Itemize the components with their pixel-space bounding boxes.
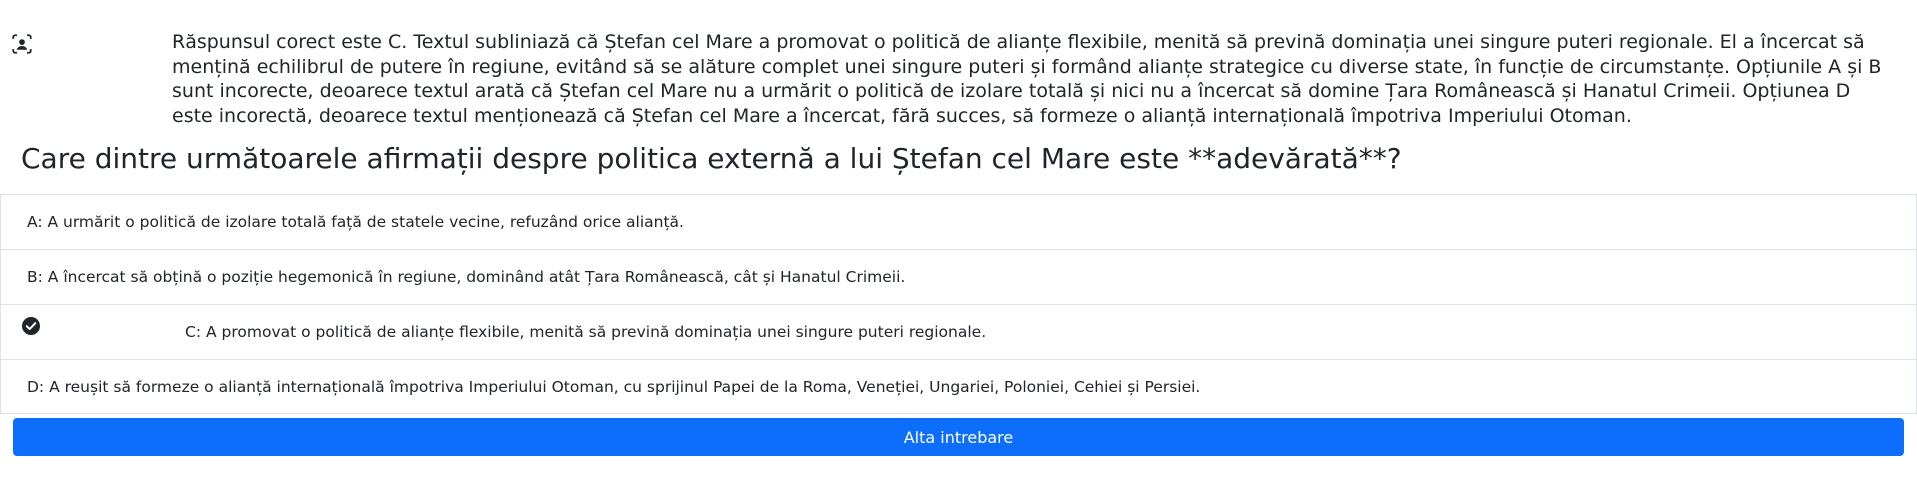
next-question-button[interactable]: Alta intrebare	[13, 418, 1904, 456]
check-circle-fill-icon	[22, 317, 40, 335]
explanation-text: Răspunsul corect este C. Textul sublinia…	[172, 31, 1882, 127]
answer-list: A: A urmărit o politică de izolare total…	[0, 194, 1917, 414]
question-title: Care dintre următoarele afirmații despre…	[21, 142, 1402, 175]
explanation-panel: Răspunsul corect este C. Textul sublinia…	[0, 0, 1917, 140]
answer-option-b[interactable]: B: A încercat să obțină o poziție hegemo…	[0, 249, 1917, 304]
answer-label: B: A încercat să obțină o poziție hegemo…	[27, 268, 906, 286]
answer-label: C: A promovat o politică de alianțe flex…	[185, 323, 987, 341]
answer-option-c[interactable]: C: A promovat o politică de alianțe flex…	[0, 304, 1917, 359]
answer-option-d[interactable]: D: A reușit să formeze o alianță interna…	[0, 359, 1917, 414]
answer-option-a[interactable]: A: A urmărit o politică de izolare total…	[0, 194, 1917, 249]
answer-label: A: A urmărit o politică de izolare total…	[27, 213, 684, 231]
person-viewfinder-icon	[12, 34, 32, 54]
answer-label: D: A reușit să formeze o alianță interna…	[27, 377, 1201, 396]
